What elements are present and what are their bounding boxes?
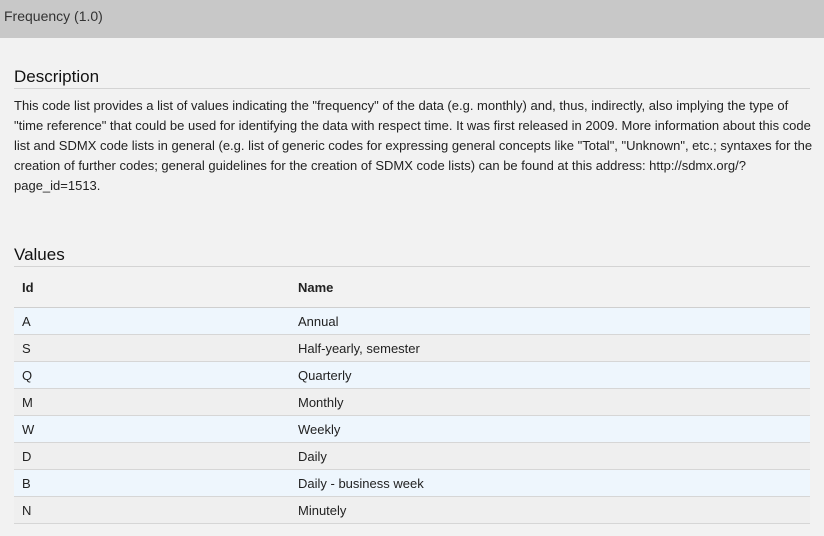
column-header-name: Name — [290, 267, 810, 308]
table-row: A Annual — [14, 307, 810, 335]
values-table: Id Name A Annual S Half-yearly, semester… — [14, 267, 810, 524]
row-id: W — [14, 415, 290, 443]
page-title: Frequency (1.0) — [4, 8, 103, 24]
table-row: D Daily — [14, 442, 810, 470]
table-header-row: Id Name — [14, 267, 810, 308]
row-name: Weekly — [290, 415, 810, 443]
values-heading: Values — [14, 245, 810, 267]
table-row: W Weekly — [14, 415, 810, 443]
table-row: M Monthly — [14, 388, 810, 416]
row-name: Annual — [290, 307, 810, 335]
table-row: S Half-yearly, semester — [14, 334, 810, 362]
row-name: Quarterly — [290, 361, 810, 389]
main-content: Description This code list provides a li… — [14, 38, 812, 524]
row-id: S — [14, 334, 290, 362]
description-heading: Description — [14, 67, 810, 89]
row-id: A — [14, 307, 290, 335]
row-id: D — [14, 442, 290, 470]
row-name: Daily — [290, 442, 810, 470]
column-header-id: Id — [14, 267, 290, 308]
row-id: Q — [14, 361, 290, 389]
row-name: Half-yearly, semester — [290, 334, 810, 362]
table-row: B Daily - business week — [14, 469, 810, 497]
table-row: Q Quarterly — [14, 361, 810, 389]
description-text: This code list provides a list of values… — [14, 98, 813, 193]
row-name: Daily - business week — [290, 469, 810, 497]
row-name: Minutely — [290, 496, 810, 524]
row-name: Monthly — [290, 388, 810, 416]
row-id: B — [14, 469, 290, 497]
page-title-bar: Frequency (1.0) — [0, 0, 824, 38]
row-id: M — [14, 388, 290, 416]
table-row: N Minutely — [14, 496, 810, 524]
row-id: N — [14, 496, 290, 524]
